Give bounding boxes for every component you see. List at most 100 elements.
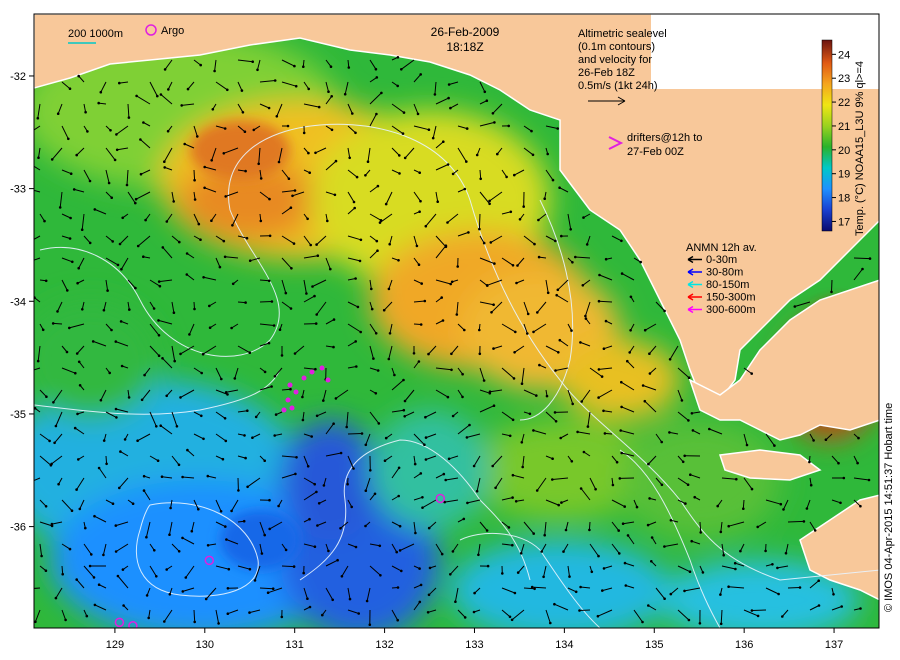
velocity-arrow-head — [456, 265, 460, 268]
velocity-arrow-head — [601, 589, 604, 592]
velocity-arrow-head — [76, 412, 79, 416]
velocity-arrow-head — [472, 610, 476, 614]
velocity-arrow-head — [418, 171, 422, 174]
velocity-arrow-head — [221, 457, 225, 461]
velocity-arrow-head — [85, 614, 89, 618]
velocity-arrow-head — [689, 473, 692, 477]
velocity-arrow-head — [401, 132, 405, 135]
velocity-arrow-head — [478, 227, 481, 231]
velocity-arrow-head — [115, 416, 118, 419]
velocity-arrow-head — [270, 300, 274, 303]
velocity-arrow-head — [291, 194, 294, 198]
velocity-arrow-head — [423, 443, 426, 447]
velocity-arrow-head — [184, 576, 188, 579]
velocity-arrow-head — [317, 105, 321, 109]
velocity-arrow-head — [243, 434, 246, 437]
velocity-arrow-head — [628, 351, 631, 354]
velocity-arrow-head — [584, 317, 588, 320]
velocity-arrow-head — [374, 392, 378, 395]
velocity-arrow-head — [68, 326, 71, 330]
velocity-arrow-head — [169, 506, 172, 510]
velocity-arrow-head — [641, 384, 645, 387]
velocity-arrow-head — [218, 265, 222, 269]
velocity-arrow-head — [75, 488, 78, 491]
velocity-arrow-head — [345, 425, 349, 429]
velocity-arrow-head — [253, 579, 257, 582]
velocity-arrow-head — [332, 422, 335, 426]
velocity-arrow-head — [620, 380, 623, 384]
velocity-arrow-head — [856, 461, 859, 465]
velocity-arrow-head — [467, 231, 470, 234]
velocity-arrow-head — [293, 64, 296, 68]
velocity-arrow-head — [683, 454, 686, 458]
velocity-arrow-head — [131, 502, 135, 506]
velocity-arrow-head — [663, 597, 666, 600]
velocity-arrow-head — [52, 401, 55, 404]
velocity-arrow-head — [486, 564, 490, 568]
velocity-arrow-head — [551, 178, 555, 182]
velocity-arrow-head — [134, 201, 137, 205]
velocity-arrow-head — [663, 309, 666, 313]
velocity-arrow-head — [230, 326, 233, 330]
velocity-arrow-head — [708, 427, 711, 431]
velocity-arrow-head — [417, 263, 421, 267]
altimetry-line: 26-Feb 18Z — [578, 67, 635, 79]
velocity-arrow-head — [334, 397, 338, 400]
velocity-arrow-head — [388, 332, 392, 335]
depth-contour-label: 200 1000m — [68, 28, 123, 40]
velocity-arrow-head — [415, 244, 419, 248]
velocity-arrow-head — [295, 456, 298, 459]
velocity-arrow-head — [321, 613, 324, 617]
velocity-arrow-head — [128, 308, 131, 311]
velocity-arrow-head — [501, 572, 504, 575]
velocity-arrow-head — [286, 124, 290, 128]
velocity-arrow-head — [334, 159, 338, 163]
velocity-arrow-head — [687, 618, 691, 622]
velocity-arrow-head — [77, 266, 80, 270]
velocity-arrow-head — [756, 525, 759, 529]
velocity-arrow-head — [857, 436, 860, 440]
velocity-arrow-head — [273, 434, 277, 437]
velocity-arrow-head — [257, 162, 261, 166]
velocity-arrow-head — [824, 438, 828, 442]
velocity-arrow-head — [99, 398, 103, 402]
velocity-arrow-head — [273, 79, 277, 82]
velocity-arrow-head — [530, 585, 534, 589]
velocity-arrow-head — [29, 587, 32, 590]
lon-tick-label: 136 — [735, 639, 753, 651]
velocity-arrow-head — [370, 287, 373, 291]
velocity-arrow-head — [440, 552, 444, 556]
velocity-arrow-head — [624, 584, 628, 587]
velocity-arrow-head — [69, 216, 72, 220]
velocity-arrow-head — [114, 407, 118, 411]
velocity-arrow-head — [125, 183, 129, 187]
colorbar-tick-label: 24 — [838, 49, 850, 61]
velocity-arrow-head — [441, 319, 445, 322]
velocity-arrow-head — [543, 197, 546, 200]
velocity-arrow-head — [530, 129, 533, 133]
velocity-arrow-head — [421, 496, 424, 499]
velocity-arrow-head — [306, 217, 309, 221]
velocity-arrow-head — [315, 490, 318, 494]
velocity-arrow-head — [397, 494, 401, 498]
velocity-arrow-head — [526, 312, 530, 316]
velocity-arrow-head — [50, 522, 54, 526]
velocity-arrow-head — [734, 567, 737, 571]
velocity-arrow-head — [201, 352, 205, 356]
velocity-arrow — [579, 609, 591, 611]
velocity-arrow-head — [50, 158, 54, 161]
velocity-arrow-head — [251, 60, 254, 63]
velocity-arrow-head — [424, 458, 428, 461]
colorbar-tick-label: 19 — [838, 169, 850, 181]
velocity-arrow-head — [48, 439, 51, 443]
velocity-arrow-head — [121, 216, 124, 220]
lon-tick-label: 129 — [106, 639, 124, 651]
velocity-arrow-head — [197, 222, 201, 226]
velocity-arrow-head — [483, 90, 487, 94]
anmn-legend-label: 300-600m — [706, 304, 756, 316]
velocity-arrow-head — [40, 554, 43, 558]
velocity-arrow — [853, 257, 871, 260]
anmn-legend-label: 0-30m — [706, 254, 737, 266]
velocity-arrow-head — [424, 224, 428, 228]
velocity-arrow-head — [688, 570, 692, 573]
